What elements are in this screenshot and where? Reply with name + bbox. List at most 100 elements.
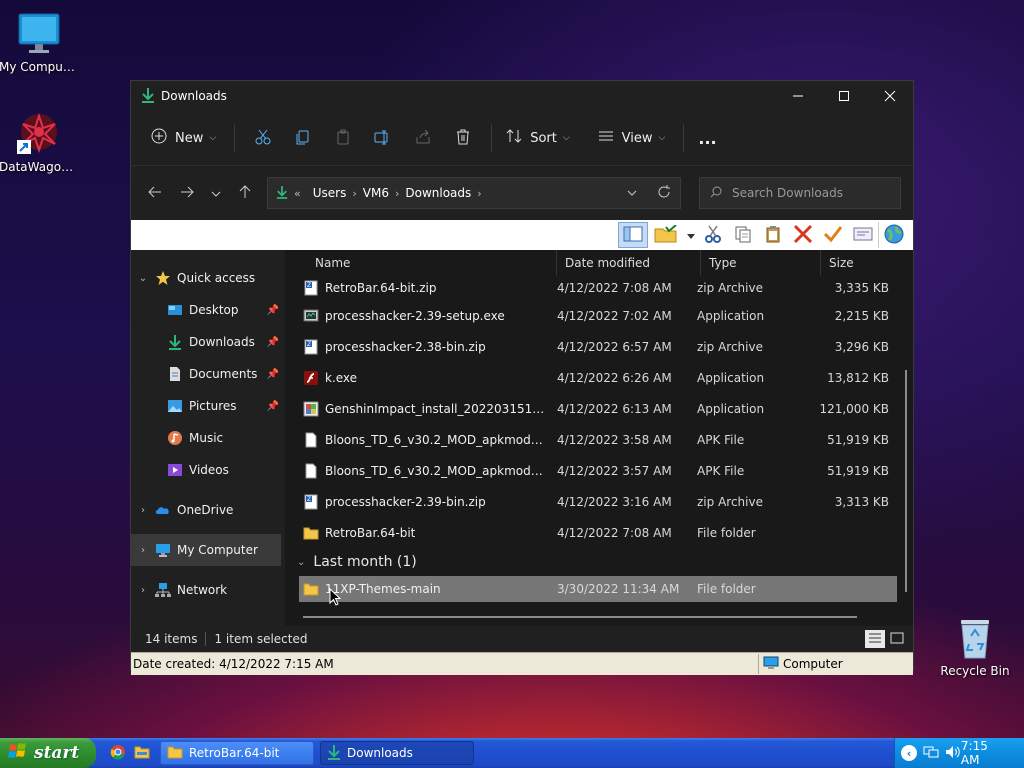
sort-button[interactable]: Sort ⌵ <box>500 122 575 154</box>
xp-check-button[interactable] <box>818 222 848 248</box>
nav-desktop[interactable]: Desktop 📌 <box>131 294 285 326</box>
nav-onedrive[interactable]: › OneDrive <box>131 494 285 526</box>
scissors-icon <box>255 129 271 148</box>
forward-button[interactable] <box>171 177 203 209</box>
chrome-button[interactable] <box>106 741 130 765</box>
vertical-scrollbar[interactable] <box>905 370 907 592</box>
video-icon <box>167 462 183 478</box>
maximize-button[interactable] <box>821 81 867 111</box>
share-button[interactable] <box>403 122 443 154</box>
table-row[interactable]: GenshinImpact_install_20220315172512.exe… <box>285 393 913 424</box>
volume-icon[interactable] <box>945 745 961 762</box>
copy-icon <box>734 225 752 246</box>
chevron-right-icon[interactable]: › <box>131 585 155 596</box>
tray-expand-button[interactable]: ‹ <box>901 745 917 761</box>
search-box[interactable]: Search Downloads <box>699 177 901 209</box>
title-bar[interactable]: Downloads <box>131 81 913 111</box>
xp-copy-button[interactable] <box>728 222 758 248</box>
nav-music[interactable]: Music <box>131 422 285 454</box>
file-explorer-button[interactable] <box>130 741 154 765</box>
new-button[interactable]: New ⌵ <box>145 122 222 154</box>
up-button[interactable] <box>229 177 261 209</box>
rename-button[interactable] <box>363 122 403 154</box>
column-header-name[interactable]: Name <box>285 250 557 276</box>
breadcrumb-downloads[interactable]: Downloads <box>405 186 471 200</box>
network-tray-icon[interactable] <box>923 745 939 762</box>
column-header-size[interactable]: Size <box>821 250 901 276</box>
table-row[interactable]: Zprocesshacker-2.38-bin.zip 4/12/2022 6:… <box>285 331 913 362</box>
folder-icon <box>303 581 319 597</box>
details-view-button[interactable] <box>865 630 885 648</box>
breadcrumb-overflow[interactable]: « <box>294 187 301 200</box>
cut-button[interactable] <box>243 122 283 154</box>
table-row[interactable]: processhacker-2.39-setup.exe 4/12/2022 7… <box>285 300 913 331</box>
xp-paste-button[interactable] <box>758 222 788 248</box>
nav-network[interactable]: › Network <box>131 574 285 606</box>
file-size: 13,812 KB <box>827 370 889 385</box>
file-type: zip Archive <box>697 339 763 354</box>
horizontal-scrollbar[interactable] <box>303 616 857 618</box>
table-row[interactable]: k.exe 4/12/2022 6:26 AM Application 13,8… <box>285 362 913 393</box>
recent-locations-button[interactable] <box>203 177 229 209</box>
table-row-selected[interactable]: 11XP-Themes-main 3/30/2022 11:34 AM File… <box>299 576 897 602</box>
tiles-view-button[interactable] <box>887 630 907 648</box>
view-button[interactable]: View ⌵ <box>592 122 672 154</box>
clock[interactable]: 7:15 AM <box>961 739 1010 767</box>
address-bar[interactable]: « Users › VM6 › Downloads › <box>267 177 681 209</box>
nav-label: Network <box>177 583 228 597</box>
item-count: 14 items <box>145 632 198 646</box>
table-row[interactable]: RetroBar.64-bit 4/12/2022 7:08 AM File f… <box>285 517 913 548</box>
desktop-icon-recycle-bin[interactable]: Recycle Bin <box>935 614 1015 678</box>
xp-delete-button[interactable] <box>788 222 818 248</box>
red-x-icon <box>793 224 813 247</box>
search-icon <box>710 186 722 201</box>
nav-downloads[interactable]: Downloads 📌 <box>131 326 285 358</box>
select-dropdown-button[interactable] <box>684 222 698 248</box>
select-all-button[interactable] <box>648 222 684 248</box>
refresh-button[interactable] <box>648 184 680 202</box>
table-row[interactable]: Bloons_TD_6_v30.2_MOD_apkmody.io.apk 4/1… <box>285 455 913 486</box>
cloud-icon <box>155 502 171 518</box>
xp-globe-button[interactable] <box>878 222 909 248</box>
selection-count: 1 item selected <box>214 632 308 646</box>
breadcrumb-users[interactable]: Users <box>313 186 347 200</box>
address-history-button[interactable] <box>616 190 648 196</box>
copy-button[interactable] <box>283 122 323 154</box>
folders-pane-button[interactable] <box>618 222 648 248</box>
column-header-type[interactable]: Type <box>701 250 821 276</box>
table-row[interactable]: Bloons_TD_6_v30.2_MOD_apkmody.io (1)... … <box>285 424 913 455</box>
minimize-button[interactable] <box>775 81 821 111</box>
xp-cut-button[interactable] <box>698 222 728 248</box>
nav-quick-access[interactable]: ⌄ Quick access <box>131 262 285 294</box>
desktop-icon-label: Recycle Bin <box>940 664 1010 678</box>
close-button[interactable] <box>867 81 913 111</box>
file-name: processhacker-2.39-bin.zip <box>325 494 486 509</box>
table-row[interactable]: Zprocesshacker-2.39-bin.zip 4/12/2022 3:… <box>285 486 913 517</box>
group-header-last-month[interactable]: ⌄ Last month (1) <box>285 548 913 576</box>
desktop-icon-my-computer[interactable]: My Computer <box>0 10 79 74</box>
paste-button[interactable] <box>323 122 363 154</box>
column-header-date[interactable]: Date modified <box>557 250 701 276</box>
chevron-right-icon[interactable]: › <box>131 545 155 556</box>
monitor-icon <box>763 656 779 673</box>
file-type: APK File <box>697 432 745 447</box>
nav-my-computer[interactable]: › My Computer <box>131 534 281 566</box>
desktop-icon-datawagon[interactable]: DataWagon... <box>0 110 79 174</box>
process-hacker-icon <box>303 308 319 324</box>
taskbar-button-downloads[interactable]: Downloads <box>320 741 474 765</box>
chevron-right-icon[interactable]: › <box>131 505 155 516</box>
nav-videos[interactable]: Videos <box>131 454 285 486</box>
arrow-left-icon <box>148 186 162 201</box>
more-options-button[interactable]: ... <box>692 122 722 154</box>
start-label: start <box>34 743 80 763</box>
xp-properties-button[interactable] <box>848 222 878 248</box>
table-row[interactable]: Z RetroBar.64-bit.zip 4/12/2022 7:08 AM z… <box>285 276 913 300</box>
delete-button[interactable] <box>443 122 483 154</box>
start-button[interactable]: start <box>0 738 96 768</box>
breadcrumb-vm6[interactable]: VM6 <box>363 186 389 200</box>
taskbar-button-retrobar[interactable]: RetroBar.64-bit <box>160 741 314 765</box>
back-button[interactable] <box>139 177 171 209</box>
nav-documents[interactable]: Documents 📌 <box>131 358 285 390</box>
details-view-icon <box>868 632 882 647</box>
nav-pictures[interactable]: Pictures 📌 <box>131 390 285 422</box>
